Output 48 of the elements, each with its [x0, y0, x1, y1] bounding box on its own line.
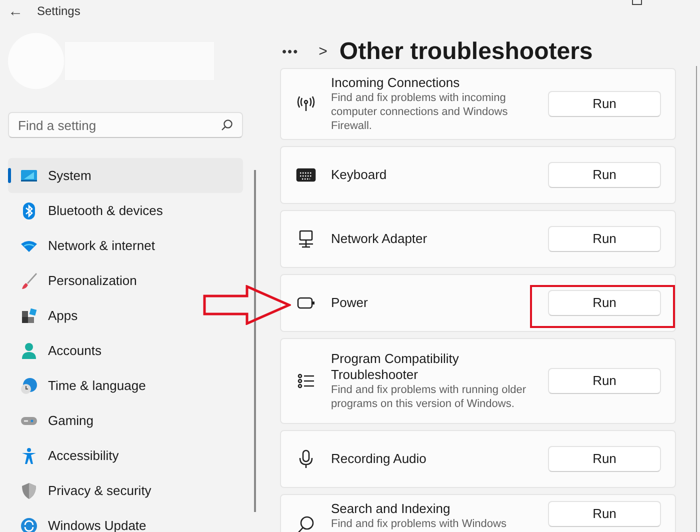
search-field[interactable]: Find a setting [8, 112, 243, 138]
scrollbar[interactable] [254, 170, 256, 512]
breadcrumb-separator: > [318, 42, 328, 62]
nav-item[interactable]: Accounts [8, 333, 243, 368]
troubleshooter-description: Find and fix problems with running older programs on this version of Windows. [331, 383, 528, 411]
troubleshooter-title: Search and Indexing [331, 501, 452, 517]
search-icon [221, 119, 233, 131]
troubleshooter-title: Power [331, 295, 369, 311]
back-arrow[interactable]: ← [8, 4, 23, 18]
run-button[interactable]: Run [548, 290, 661, 316]
antenna-icon [296, 94, 316, 114]
troubleshooter-title: Incoming Connections [331, 75, 461, 91]
troubleshooter-description: Find and fix problems with Windows [331, 517, 508, 531]
nav-item[interactable]: Personalization [8, 263, 243, 298]
nav-item[interactable]: Privacy & security [8, 473, 243, 508]
troubleshooter-title: Program Compatibility Troubleshooter [331, 351, 460, 383]
run-button[interactable]: Run [548, 501, 661, 527]
run-button[interactable]: Run [548, 162, 661, 188]
globe-clock-icon [20, 376, 38, 394]
selection-indicator [8, 168, 11, 183]
apps-icon [20, 306, 38, 324]
scrollbar[interactable] [696, 66, 697, 532]
window-title: Settings [37, 3, 80, 20]
nav-item[interactable]: Bluetooth & devices [8, 193, 243, 228]
troubleshooter-title: Keyboard [331, 167, 388, 183]
nav-item[interactable]: Accessibility [8, 438, 243, 473]
nav-item[interactable]: System [8, 158, 243, 193]
person-icon [20, 342, 38, 360]
run-button[interactable]: Run [548, 226, 661, 252]
bluetooth-icon [20, 202, 38, 220]
brush-icon [20, 272, 38, 290]
page-title: Other troubleshooters [339, 37, 593, 67]
nav-item[interactable]: Apps [8, 298, 243, 333]
accessibility-icon [20, 446, 38, 464]
computer-network-icon [296, 229, 316, 249]
troubleshooter-description: Find and fix problems with incoming computer connections and Windows Firewall. [331, 91, 509, 133]
list-icon [296, 371, 316, 391]
nav-item[interactable]: Network & internet [8, 228, 243, 263]
run-button[interactable]: Run [548, 446, 661, 472]
troubleshooter-title: Recording Audio [331, 451, 428, 467]
troubleshooter-title: Network Adapter [331, 231, 428, 247]
run-button[interactable]: Run [548, 368, 661, 394]
shield-icon [20, 482, 38, 500]
search-icon [296, 515, 316, 532]
run-button[interactable]: Run [548, 91, 661, 117]
more-button[interactable]: ••• [282, 42, 299, 62]
nav-item[interactable]: Time & language [8, 368, 243, 403]
nav-item[interactable]: Gaming [8, 403, 243, 438]
